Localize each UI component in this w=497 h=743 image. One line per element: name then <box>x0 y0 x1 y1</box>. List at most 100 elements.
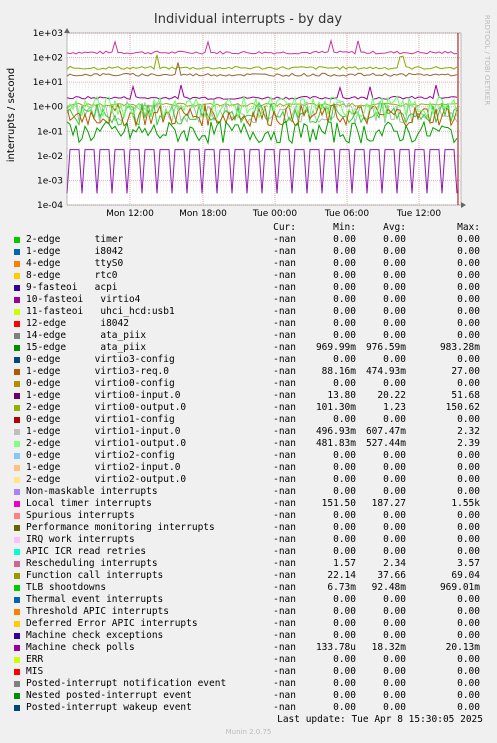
legend-max: 0.00 <box>457 246 480 257</box>
legend-max: 0.00 <box>457 318 480 329</box>
legend-swatch <box>14 501 20 507</box>
y-tick-label: 1e-01 <box>37 127 63 137</box>
legend-cur: -nan <box>273 270 296 281</box>
legend-avg: 976.59m <box>365 342 406 353</box>
legend-name: 0-edge virtio0-config <box>26 378 175 389</box>
legend-row: 12-edge i8042 -nan 0.00 0.00 0.00 <box>0 318 497 330</box>
legend-min: 0.00 <box>333 522 356 533</box>
legend-avg: 0.00 <box>383 282 406 293</box>
legend-avg: 0.00 <box>383 594 406 605</box>
legend-max: 0.00 <box>457 678 480 689</box>
legend-min: 151.50 <box>321 498 356 509</box>
legend-cur: -nan <box>273 582 296 593</box>
legend-name: TLB shootdowns <box>26 582 107 593</box>
legend-row: 0-edge virtio1-config -nan 0.00 0.00 0.00 <box>0 414 497 426</box>
legend-row: Nested posted-interrupt event -nan 0.00 0.0… <box>0 690 497 702</box>
col-header-min: Min: <box>333 222 356 233</box>
munin-version: Munin 2.0.75 <box>225 728 272 736</box>
legend-cur: -nan <box>273 306 296 317</box>
legend-min: 0.00 <box>333 534 356 545</box>
legend-avg: 0.00 <box>383 522 406 533</box>
legend-swatch <box>14 525 20 531</box>
legend-avg: 0.00 <box>383 690 406 701</box>
legend-avg: 0.00 <box>383 294 406 305</box>
legend-swatch <box>14 669 20 675</box>
legend-swatch <box>14 597 20 603</box>
legend-cur: -nan <box>273 702 296 713</box>
legend-cur: -nan <box>273 546 296 557</box>
legend-cur: -nan <box>273 414 296 425</box>
legend-cur: -nan <box>273 390 296 401</box>
legend-name: 8-edge rtc0 <box>26 270 118 281</box>
x-tick-label: Tue 12:00 <box>396 209 441 219</box>
legend-min: 0.00 <box>333 378 356 389</box>
legend-min: 0.00 <box>333 630 356 641</box>
legend-name: 9-fasteoi acpi <box>26 282 118 293</box>
legend-avg: 0.00 <box>383 270 406 281</box>
legend-max: 0.00 <box>457 450 480 461</box>
legend-name: Deferred Error APIC interrupts <box>26 618 198 629</box>
legend-row: 1-edge virtio3-req.0 -nan 88.16m 474.93m 27.… <box>0 366 497 378</box>
legend-min: 0.00 <box>333 594 356 605</box>
legend-cur: -nan <box>273 318 296 329</box>
legend-cur: -nan <box>273 570 296 581</box>
legend-max: 20.13m <box>445 642 480 653</box>
legend-name: Nested posted-interrupt event <box>26 690 192 701</box>
legend-swatch <box>14 705 20 711</box>
legend-cur: -nan <box>273 474 296 485</box>
legend-max: 0.00 <box>457 690 480 701</box>
legend-cur: -nan <box>273 618 296 629</box>
legend-cur: -nan <box>273 246 296 257</box>
legend-swatch <box>14 645 20 651</box>
legend-min: 0.00 <box>333 510 356 521</box>
legend-max: 0.00 <box>457 234 480 245</box>
legend-avg: 2.34 <box>383 558 406 569</box>
legend-min: 0.00 <box>333 306 356 317</box>
legend-swatch <box>14 681 20 687</box>
legend-row: 9-fasteoi acpi -nan 0.00 0.00 0.00 <box>0 282 497 294</box>
legend-name: APIC ICR read retries <box>26 546 147 557</box>
legend-avg: 0.00 <box>383 606 406 617</box>
legend-row: 15-edge ata_piix -nan 969.99m 976.59m 983.28… <box>0 342 497 354</box>
legend-avg: 0.00 <box>383 318 406 329</box>
legend-row: Non-maskable interrupts -nan 0.00 0.00 0.00 <box>0 486 497 498</box>
legend-avg: 0.00 <box>383 666 406 677</box>
legend-min: 0.00 <box>333 258 356 269</box>
legend-min: 0.00 <box>333 654 356 665</box>
legend-row: APIC ICR read retries -nan 0.00 0.00 0.00 <box>0 546 497 558</box>
legend-min: 496.93m <box>315 426 356 437</box>
legend-cur: -nan <box>273 630 296 641</box>
legend-row: 0-edge virtio3-config -nan 0.00 0.00 0.00 <box>0 354 497 366</box>
legend-min: 13.80 <box>327 390 356 401</box>
legend-avg: 0.00 <box>383 510 406 521</box>
legend-name: 2-edge virtio1-output.0 <box>26 438 187 449</box>
legend-name: Threshold APIC interrupts <box>26 606 169 617</box>
x-tick-label: Tue 06:00 <box>324 209 369 219</box>
legend-avg: 187.27 <box>371 498 406 509</box>
legend-row: Spurious interrupts -nan 0.00 0.00 0.00 <box>0 510 497 522</box>
legend-min: 969.99m <box>315 342 356 353</box>
legend-max: 51.68 <box>451 390 480 401</box>
legend-name: Rescheduling interrupts <box>26 558 158 569</box>
legend-swatch <box>14 453 20 459</box>
legend-row: 4-edge ttyS0 -nan 0.00 0.00 0.00 <box>0 258 497 270</box>
legend-swatch <box>14 249 20 255</box>
legend-min: 0.00 <box>333 450 356 461</box>
legend-name: Posted-interrupt wakeup event <box>26 702 192 713</box>
legend-row: 2-edge virtio2-output.0 -nan 0.00 0.00 0.00 <box>0 474 497 486</box>
legend-row: Machine check exceptions -nan 0.00 0.00 0.00 <box>0 630 497 642</box>
legend-row: 2-edge virtio0-output.0 -nan 101.30m 1.23 15… <box>0 402 497 414</box>
legend-avg: 0.00 <box>383 246 406 257</box>
legend-row: 8-edge rtc0 -nan 0.00 0.00 0.00 <box>0 270 497 282</box>
legend-cur: -nan <box>273 558 296 569</box>
legend-swatch <box>14 573 20 579</box>
legend-swatch <box>14 633 20 639</box>
legend-cur: -nan <box>273 294 296 305</box>
legend-swatch <box>14 417 20 423</box>
legend-min: 0.00 <box>333 234 356 245</box>
legend-row: Rescheduling interrupts -nan 1.57 2.34 3.57 <box>0 558 497 570</box>
legend-cur: -nan <box>273 366 296 377</box>
legend-cur: -nan <box>273 354 296 365</box>
legend-min: 0.00 <box>333 462 356 473</box>
legend-row: MIS -nan 0.00 0.00 0.00 <box>0 666 497 678</box>
